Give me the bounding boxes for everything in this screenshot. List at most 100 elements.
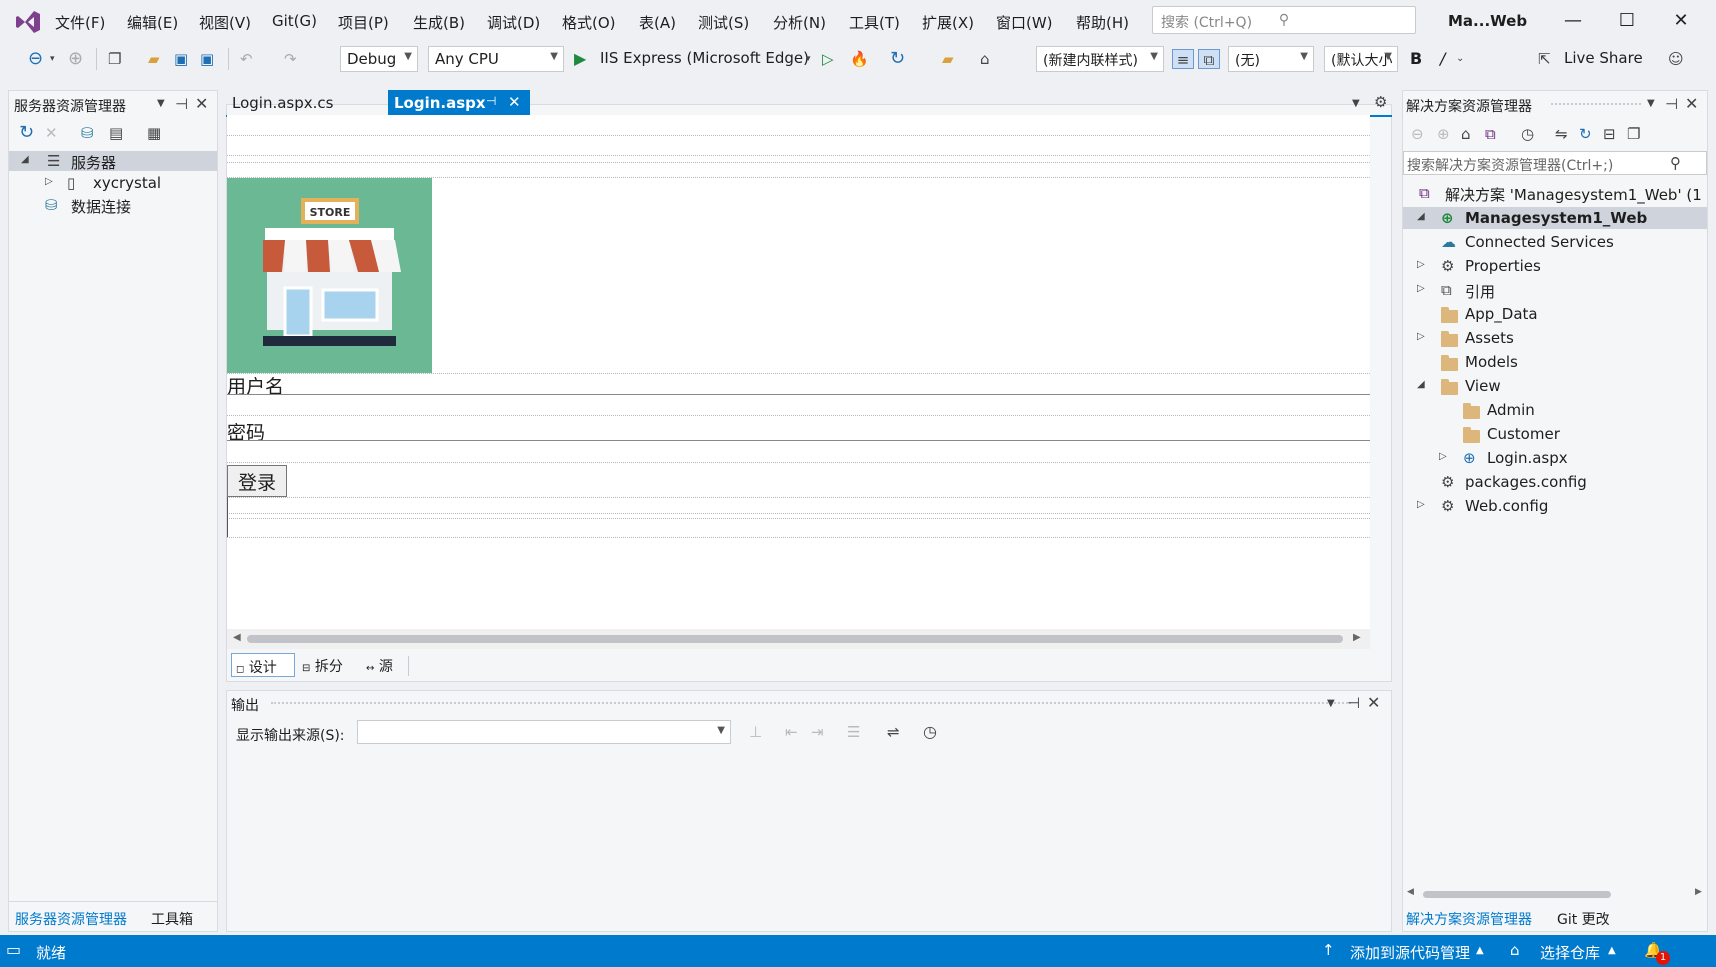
add-to-source-control-button[interactable]: 添加到源代码管理 — [1350, 942, 1470, 963]
scroll-left-icon[interactable]: ◀ — [1407, 887, 1414, 897]
design-surface[interactable]: STORE 用户名 密码 登录 — [227, 115, 1370, 629]
next-message-icon[interactable]: ⇥ — [811, 722, 824, 742]
live-share-icon[interactable]: ⇱ — [1538, 49, 1551, 69]
tree-item-view[interactable]: ◢ View — [1403, 375, 1707, 397]
word-wrap-icon[interactable]: ⇌ — [887, 722, 900, 742]
tree-item-properties[interactable]: ▷ ⚙ Properties — [1403, 255, 1707, 277]
find-message-icon[interactable]: ⊥ — [749, 722, 762, 742]
password-input[interactable] — [227, 440, 1370, 441]
connect-server-icon[interactable]: ▤ — [109, 123, 123, 143]
new-project-icon[interactable]: ❐ — [108, 49, 121, 69]
stop-icon[interactable]: ✕ — [45, 123, 58, 143]
menu-item-8[interactable]: 表(A) — [639, 12, 676, 33]
expand-icon[interactable]: ◢ — [21, 154, 29, 165]
username-input[interactable] — [227, 394, 1370, 395]
collapse-icon[interactable]: ▷ — [1417, 259, 1425, 270]
collapse-all-icon[interactable]: ⊟ — [1603, 124, 1616, 144]
tree-item-project[interactable]: ◢ ⊕ Managesystem1_Web — [1403, 207, 1707, 229]
scrollbar-thumb[interactable] — [247, 635, 1343, 643]
maximize-button[interactable]: ☐ — [1612, 10, 1642, 34]
tree-item-admin[interactable]: Admin — [1403, 399, 1707, 421]
menu-item-10[interactable]: 分析(N) — [773, 12, 826, 33]
style-combo[interactable]: (新建内联样式) ▼ — [1036, 46, 1164, 72]
back-dropdown-icon[interactable]: ▾ — [50, 49, 55, 69]
tree-item-web-config[interactable]: ▷ ⚙ Web.config — [1403, 495, 1707, 517]
timestamp-icon[interactable]: ◷ — [923, 722, 937, 742]
tab-git-changes[interactable]: Git 更改 — [1557, 909, 1610, 929]
menu-item-9[interactable]: 测试(S) — [698, 12, 749, 33]
start-debug-icon[interactable]: ▶ — [574, 49, 586, 69]
tree-item-servers[interactable]: ◢ ☰ 服务器 — [9, 151, 217, 172]
previous-message-icon[interactable]: ⇤ — [785, 722, 798, 742]
tab-solution-explorer[interactable]: 解决方案资源管理器 — [1406, 909, 1532, 929]
folder-sync-icon[interactable]: ▰ — [942, 49, 954, 69]
horizontal-scrollbar[interactable]: ◀ ▶ — [227, 629, 1370, 649]
redo-icon[interactable]: ↷ — [284, 49, 297, 69]
refresh-icon[interactable]: ↻ — [19, 123, 34, 143]
italic-button[interactable]: / — [1440, 49, 1445, 69]
tab-source-view[interactable]: ↔ 源 — [366, 656, 393, 676]
bold-button[interactable]: B — [1410, 49, 1422, 69]
tab-login-aspx-cs[interactable]: Login.aspx.cs — [226, 90, 386, 115]
tree-item-machine[interactable]: ▷ ▯ xycrystal — [9, 173, 217, 193]
open-folder-icon[interactable]: ▰ — [148, 49, 160, 69]
menu-item-7[interactable]: 格式(O) — [562, 12, 616, 33]
live-share-button[interactable]: Live Share — [1564, 49, 1643, 69]
feedback-icon[interactable]: ☺ — [1668, 49, 1684, 69]
tree-item-data-connections[interactable]: ⛁ 数据连接 — [9, 195, 217, 216]
menu-item-14[interactable]: 帮助(H) — [1076, 12, 1129, 33]
tab-split-view[interactable]: ⊟ 拆分 — [302, 656, 343, 676]
tree-item-solution[interactable]: ⧉ 解决方案 'Managesystem1_Web' (1 个 — [1403, 183, 1707, 205]
menu-item-2[interactable]: 视图(V) — [199, 12, 251, 33]
run-target-dropdown-icon[interactable]: ▾ — [806, 49, 811, 69]
show-all-files-icon[interactable]: ❐ — [1627, 124, 1640, 144]
pending-changes-icon[interactable]: ◷ — [1521, 124, 1534, 144]
select-repository-button[interactable]: 选择仓库 — [1540, 942, 1600, 963]
collapse-icon[interactable]: ▷ — [1439, 451, 1447, 462]
scrollbar-thumb[interactable] — [1423, 891, 1611, 898]
save-all-icon[interactable]: ▣ — [200, 49, 214, 69]
undo-icon[interactable]: ↶ — [240, 49, 253, 69]
tree-item-packages-config[interactable]: ⚙ packages.config — [1403, 471, 1707, 493]
solution-search-box[interactable]: 搜索解决方案资源管理器(Ctrl+;) ⚲ — [1403, 151, 1707, 175]
refresh-browser-icon[interactable]: ↻ — [890, 49, 905, 69]
login-button[interactable]: 登录 — [227, 465, 287, 497]
editor-settings-icon[interactable]: ⚙ — [1374, 92, 1387, 112]
close-window-button[interactable]: ✕ — [1666, 10, 1696, 34]
close-icon[interactable]: ✕ — [1685, 94, 1698, 114]
menu-item-5[interactable]: 生成(B) — [413, 12, 465, 33]
menu-item-4[interactable]: 项目(P) — [338, 12, 389, 33]
pin-tab-icon[interactable]: ⊣ — [486, 94, 496, 108]
switch-views-icon[interactable]: ⧉ — [1485, 124, 1496, 144]
menu-item-0[interactable]: 文件(F) — [55, 12, 105, 33]
panel-menu-icon[interactable]: ▼ — [157, 94, 165, 114]
back-icon[interactable]: ⊖ — [28, 49, 43, 69]
expand-icon[interactable]: ◢ — [1417, 379, 1425, 390]
hot-reload-icon[interactable]: 🔥 — [850, 49, 869, 69]
properties-icon[interactable]: ▦ — [147, 123, 161, 143]
tree-item-app-data[interactable]: App_Data — [1403, 303, 1707, 325]
forward-icon[interactable]: ⊕ — [68, 49, 83, 69]
tab-list-dropdown-icon[interactable]: ▼ — [1352, 94, 1360, 114]
close-icon[interactable]: ✕ — [195, 94, 208, 114]
collapse-icon[interactable]: ▷ — [45, 176, 53, 187]
menu-item-3[interactable]: Git(G) — [272, 12, 317, 30]
tree-item--[interactable]: ▷ ⧉ 引用 — [1403, 279, 1707, 301]
menu-item-6[interactable]: 调试(D) — [487, 12, 540, 33]
start-without-debug-icon[interactable]: ▷ — [822, 49, 834, 69]
close-icon[interactable]: ✕ — [1367, 693, 1380, 713]
expand-icon[interactable]: ◢ — [1417, 211, 1425, 222]
scroll-right-icon[interactable]: ▶ — [1353, 632, 1361, 643]
tab-toolbox[interactable]: 工具箱 — [151, 909, 193, 929]
scroll-left-icon[interactable]: ◀ — [233, 632, 241, 643]
run-target-button[interactable]: IIS Express (Microsoft Edge) — [600, 49, 809, 69]
collapse-icon[interactable]: ▷ — [1417, 331, 1425, 342]
close-tab-icon[interactable]: ✕ — [508, 93, 521, 111]
font-size-combo[interactable]: (默认大小 ▼ — [1324, 46, 1398, 72]
pin-icon[interactable]: ⊣ — [1347, 693, 1360, 713]
sync-icon[interactable]: ⇋ — [1555, 124, 1568, 144]
tree-item-models[interactable]: Models — [1403, 351, 1707, 373]
panel-menu-icon[interactable]: ▼ — [1647, 94, 1655, 114]
scroll-right-icon[interactable]: ▶ — [1695, 887, 1702, 897]
layout-icon[interactable]: ⌂ — [980, 49, 990, 69]
